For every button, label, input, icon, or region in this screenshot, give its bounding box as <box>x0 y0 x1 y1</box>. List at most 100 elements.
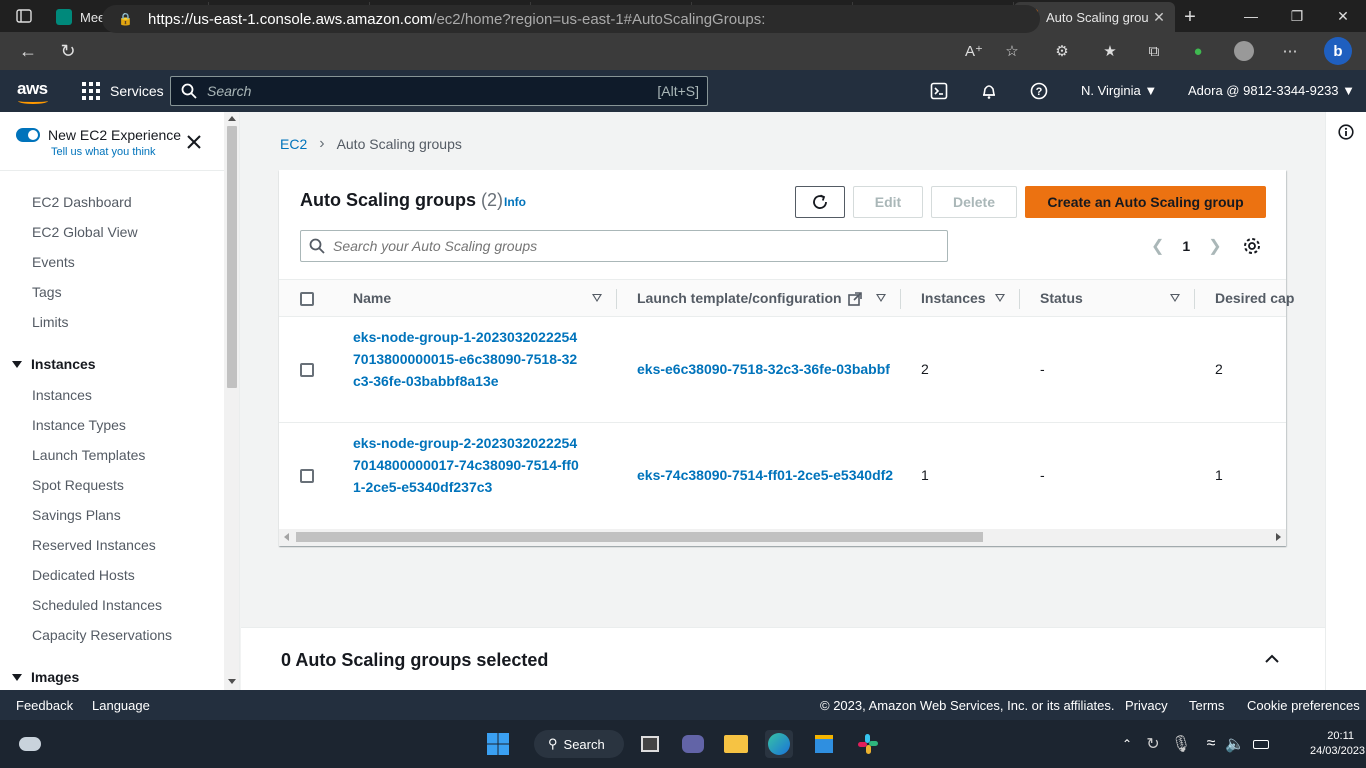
back-button[interactable]: ← <box>8 35 48 67</box>
feedback-link[interactable]: Tell us what you think <box>51 146 156 158</box>
account-menu[interactable]: Adora @ 9812-3344-9233 ▼ <box>1188 83 1355 98</box>
asg-name-link[interactable]: eks-node-group-1-20230320222547013800000… <box>353 326 583 392</box>
current-page[interactable]: 1 <box>1182 238 1190 254</box>
table-horizontal-scrollbar[interactable] <box>279 529 1286 546</box>
refresh-button[interactable] <box>795 186 845 218</box>
launch-template-link[interactable]: eks-74c38090-7514-ff01-2ce5-e5340df2 <box>637 467 901 483</box>
system-clock[interactable]: 20:11 24/03/2023 <box>1310 729 1365 759</box>
extension-green-icon[interactable]: ● <box>1186 40 1210 62</box>
sort-icon[interactable] <box>876 294 886 302</box>
microphone-icon[interactable]: 🎙 <box>1170 730 1192 758</box>
taskbar-search[interactable]: ⚲ Search <box>534 730 624 758</box>
sidebar-scrollbar[interactable] <box>224 112 239 690</box>
read-aloud-icon[interactable]: A⁺ <box>962 40 986 62</box>
notifications-bell-icon[interactable] <box>979 81 999 101</box>
close-icon[interactable] <box>184 132 204 152</box>
weather-widget-icon[interactable] <box>16 730 44 758</box>
services-menu[interactable]: Services <box>82 82 164 100</box>
restore-button[interactable]: ❐ <box>1274 0 1320 32</box>
select-all-checkbox[interactable] <box>300 292 314 306</box>
sync-icon[interactable]: ↻ <box>1142 730 1164 758</box>
table-row[interactable]: eks-node-group-2-20230320222547014800000… <box>279 423 1286 529</box>
close-tab-icon[interactable]: ✕ <box>1151 9 1167 26</box>
chevron-left-icon[interactable]: ❮ <box>1151 236 1164 256</box>
footer-language-link[interactable]: Language <box>92 698 150 713</box>
edge-browser-icon[interactable] <box>765 730 793 758</box>
sort-icon[interactable] <box>592 294 602 302</box>
sidebar-item-ec2-dashboard[interactable]: EC2 Dashboard <box>32 194 132 210</box>
sidebar-item-tags[interactable]: Tags <box>32 284 62 300</box>
column-desired-capacity[interactable]: Desired cap <box>1215 290 1294 306</box>
aws-search-input[interactable]: Search [Alt+S] <box>170 76 708 106</box>
favorites-icon[interactable]: ★ <box>1098 40 1122 62</box>
footer-cookie-link[interactable]: Cookie preferences <box>1247 698 1360 713</box>
table-search-field[interactable] <box>300 230 948 262</box>
sidebar-item-scheduled-instances[interactable]: Scheduled Instances <box>32 597 162 613</box>
new-experience-toggle[interactable]: New EC2 Experience <box>16 127 181 143</box>
wifi-icon[interactable]: ≈ <box>1200 730 1222 758</box>
task-view-icon[interactable] <box>636 730 664 758</box>
sort-icon[interactable] <box>1170 294 1180 302</box>
sidebar-item-reserved-instances[interactable]: Reserved Instances <box>32 537 156 553</box>
table-row[interactable]: eks-node-group-1-20230320222547013800000… <box>279 317 1286 423</box>
new-tab-button[interactable]: + <box>1175 2 1205 32</box>
column-instances[interactable]: Instances <box>921 290 986 306</box>
edit-button[interactable]: Edit <box>853 186 923 218</box>
footer-privacy-link[interactable]: Privacy <box>1125 698 1168 713</box>
battery-icon[interactable] <box>1250 730 1272 758</box>
tab-actions-icon[interactable] <box>0 0 48 32</box>
aws-logo[interactable]: aws <box>17 79 48 104</box>
sidebar-item-savings-plans[interactable]: Savings Plans <box>32 507 121 523</box>
volume-icon[interactable]: 🔈 <box>1224 730 1246 758</box>
launch-template-link[interactable]: eks-e6c38090-7518-32c3-36fe-03babbf <box>637 361 901 377</box>
sidebar-section-images[interactable]: Images <box>12 669 79 685</box>
create-auto-scaling-group-button[interactable]: Create an Auto Scaling group <box>1025 186 1266 218</box>
file-explorer-icon[interactable] <box>722 730 750 758</box>
close-window-button[interactable]: ✕ <box>1320 0 1366 32</box>
minimize-button[interactable]: — <box>1228 0 1274 32</box>
footer-feedback-link[interactable]: Feedback <box>16 698 73 713</box>
info-link[interactable]: Info <box>504 195 526 209</box>
teams-chat-icon[interactable] <box>679 730 707 758</box>
column-name[interactable]: Name <box>353 290 391 306</box>
chevron-right-icon[interactable]: ❯ <box>1208 236 1221 256</box>
profile-avatar[interactable] <box>1232 40 1256 62</box>
gear-icon[interactable] <box>1242 236 1262 256</box>
sidebar-item-spot-requests[interactable]: Spot Requests <box>32 477 124 493</box>
breadcrumb-ec2-link[interactable]: EC2 <box>280 136 307 152</box>
chevron-up-icon[interactable] <box>1263 650 1281 668</box>
external-link-icon[interactable] <box>848 292 862 306</box>
microsoft-store-icon[interactable] <box>810 730 838 758</box>
show-hidden-icons[interactable]: ⌃ <box>1116 730 1138 758</box>
windows-start-icon[interactable] <box>484 730 512 758</box>
info-icon[interactable] <box>1338 124 1354 140</box>
table-search-input[interactable] <box>333 238 913 254</box>
region-selector[interactable]: N. Virginia ▼ <box>1081 83 1157 98</box>
sidebar-item-capacity-reservations[interactable]: Capacity Reservations <box>32 627 172 643</box>
sort-icon[interactable] <box>995 294 1005 302</box>
url-field[interactable]: 🔒 https://us-east-1.console.aws.amazon.c… <box>102 5 1040 33</box>
delete-button[interactable]: Delete <box>931 186 1017 218</box>
sidebar-item-instances[interactable]: Instances <box>32 387 92 403</box>
row-checkbox[interactable] <box>300 469 314 483</box>
toggle-switch[interactable] <box>16 128 40 142</box>
bing-copilot-icon[interactable]: b <box>1324 37 1352 65</box>
sidebar-item-instance-types[interactable]: Instance Types <box>32 417 126 433</box>
cloudshell-icon[interactable] <box>929 81 949 101</box>
extensions-icon[interactable]: ⚙ <box>1050 40 1074 62</box>
row-checkbox[interactable] <box>300 363 314 377</box>
more-menu-icon[interactable]: ⋯ <box>1278 40 1302 62</box>
collections-icon[interactable]: ⧉ <box>1142 40 1166 62</box>
sidebar-item-dedicated-hosts[interactable]: Dedicated Hosts <box>32 567 135 583</box>
add-favorite-icon[interactable]: ☆ <box>1000 40 1024 62</box>
sidebar-item-limits[interactable]: Limits <box>32 314 69 330</box>
help-icon[interactable]: ? <box>1029 81 1049 101</box>
column-launch-template[interactable]: Launch template/configuration <box>637 290 842 306</box>
refresh-button[interactable]: ↻ <box>48 35 88 67</box>
column-status[interactable]: Status <box>1040 290 1083 306</box>
sidebar-item-events[interactable]: Events <box>32 254 75 270</box>
sidebar-item-ec2-global-view[interactable]: EC2 Global View <box>32 224 138 240</box>
asg-name-link[interactable]: eks-node-group-2-20230320222547014800000… <box>353 432 583 498</box>
sidebar-item-launch-templates[interactable]: Launch Templates <box>32 447 145 463</box>
footer-terms-link[interactable]: Terms <box>1189 698 1224 713</box>
